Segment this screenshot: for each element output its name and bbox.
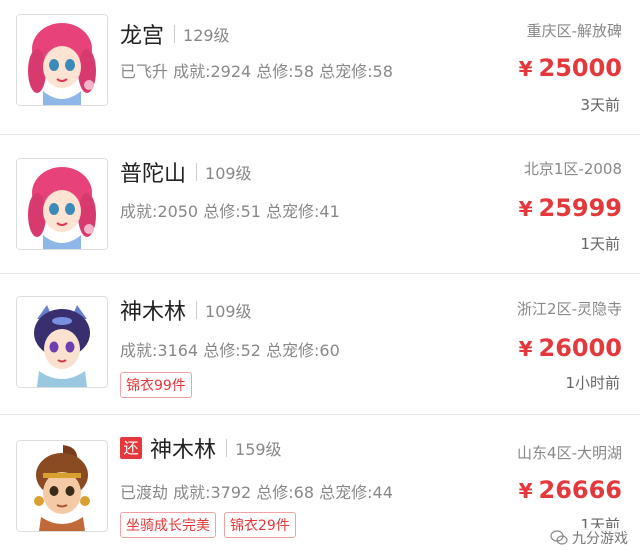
stats-text: 已飞升 成就:2924 总修:58 总宠修:58 [120,62,393,81]
school-name[interactable]: 普陀山 [120,156,186,188]
server-label: 北京1区-2008 [523,160,622,178]
level-label: 109级 [205,302,252,321]
stats-text: 已渡劫 成就:3792 总修:68 总宠修:44 [120,483,393,502]
title-row: 还 神木林 159级 [120,432,282,464]
school-name[interactable]: 神木林 [120,294,186,326]
title-row: 神木林 109级 [120,294,252,326]
title-separator [174,25,176,43]
listing-time: 1小时前 [565,374,620,392]
listing-item[interactable]: 普陀山 109级 成就:2050 总修:51 总宠修:41 北京1区-2008 … [0,138,640,276]
character-avatar[interactable] [16,158,108,250]
server-label: 山东4区-大明湖 [517,444,622,462]
school-name[interactable]: 神木林 [150,432,216,464]
putuo-portrait-icon [17,159,107,249]
watermark-text: 九分游戏 [572,531,628,547]
title-row: 普陀山 109级 [120,156,252,188]
server-label: 浙江2区-灵隐寺 [517,300,622,318]
return-badge: 还 [120,437,142,459]
price-value: 25999 [538,194,623,222]
tag-list: 坐骑成长完美 锦衣29件 [120,512,296,538]
price: ¥26000 [519,334,622,362]
mount-tag: 坐骑成长完美 [120,512,216,538]
level-label: 159级 [235,440,282,459]
outfit-tag: 锦衣29件 [224,512,296,538]
price: ¥25999 [519,194,622,222]
price: ¥25000 [519,54,622,82]
level-label: 129级 [183,26,230,45]
character-avatar[interactable] [16,440,108,532]
title-row: 龙宫 129级 [120,18,230,50]
outfit-tag: 锦衣99件 [120,372,192,398]
currency-symbol: ¥ [518,479,533,503]
price: ¥26666 [519,476,622,504]
listing-item[interactable]: 还 神木林 159级 已渡劫 成就:3792 总修:68 总宠修:44 坐骑成长… [0,414,640,552]
divider [0,273,640,274]
listing-time: 1天前 [580,235,620,253]
shenmulin-portrait-icon [17,297,107,387]
wechat-icon [550,530,568,545]
level-label: 109级 [205,164,252,183]
currency-symbol: ¥ [518,337,533,361]
listing-time: 3天前 [580,96,620,114]
school-name[interactable]: 龙宫 [120,18,164,50]
title-separator [196,301,198,319]
currency-symbol: ¥ [518,197,533,221]
listing-item[interactable]: 神木林 109级 成就:3164 总修:52 总宠修:60 锦衣99件 浙江2区… [0,276,640,414]
price-value: 26666 [538,476,623,504]
stats-text: 成就:2050 总修:51 总宠修:41 [120,202,340,221]
character-avatar[interactable] [16,14,108,106]
price-value: 25000 [538,54,623,82]
divider [0,134,640,135]
server-label: 重庆区-解放碑 [526,22,622,40]
stats-text: 成就:3164 总修:52 总宠修:60 [120,341,340,360]
watermark: 九分游戏 [548,528,630,548]
longgong-portrait-icon [17,15,107,105]
character-avatar[interactable] [16,296,108,388]
shenmulin-male-portrait-icon [17,441,107,531]
title-separator [226,439,228,457]
listing-item[interactable]: 龙宫 129级 已飞升 成就:2924 总修:58 总宠修:58 重庆区-解放碑… [0,0,640,138]
listing-list: 龙宫 129级 已飞升 成就:2924 总修:58 总宠修:58 重庆区-解放碑… [0,0,640,552]
title-separator [196,163,198,181]
currency-symbol: ¥ [518,57,533,81]
price-value: 26000 [538,334,623,362]
tag-list: 锦衣99件 [120,372,192,398]
